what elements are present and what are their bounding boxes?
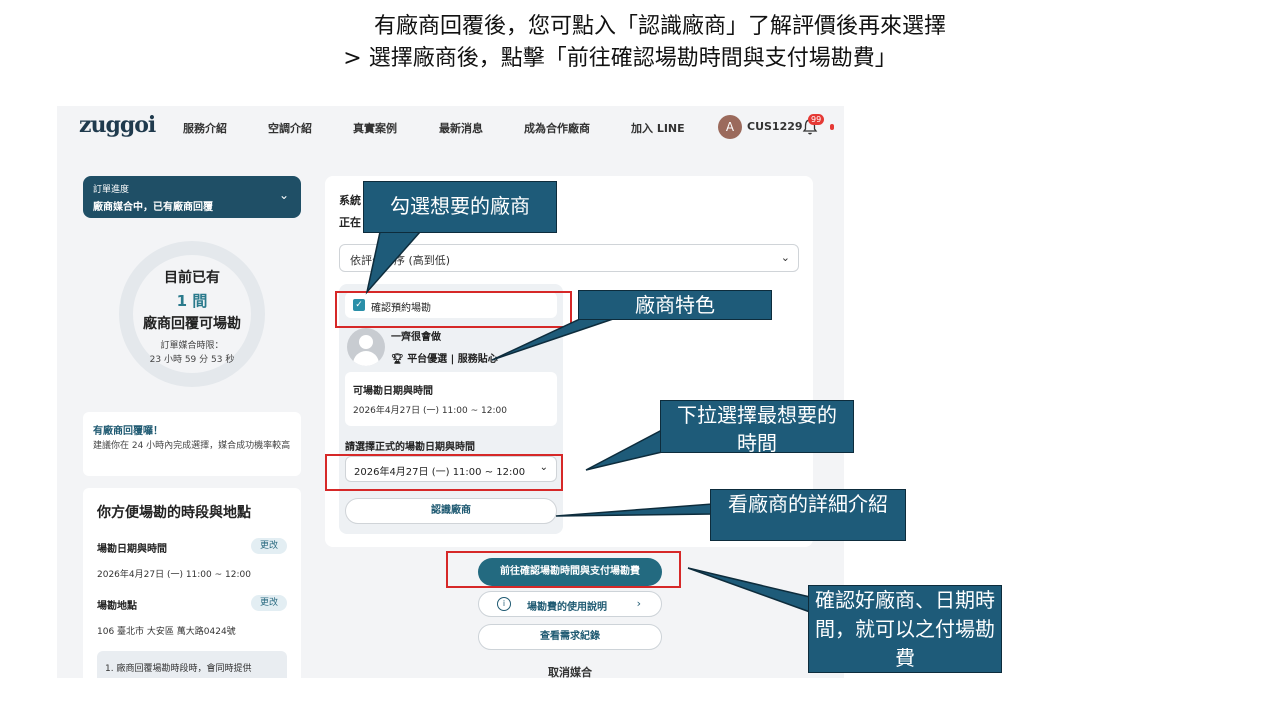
highlight-confirm-checkbox xyxy=(335,291,572,328)
change-location-button[interactable]: 更改 xyxy=(251,595,287,611)
notification-badge: 99 xyxy=(808,114,825,125)
info-icon: i xyxy=(497,597,511,611)
system-label-2: 正在 xyxy=(339,216,361,229)
notice-card: 有廠商回覆囉！ 建議你在 24 小時內完成選擇，媒合成功機率較高 xyxy=(83,412,301,476)
notice-title: 有廠商回覆囉！ xyxy=(93,426,163,437)
view-history-button[interactable]: 查看需求紀錄 xyxy=(478,624,662,650)
survey-location-value: 106 臺北市 大安區 萬大路0424號 xyxy=(97,627,236,637)
progress-status: 廠商媒合中，已有廠商回覆 xyxy=(93,202,213,213)
vendor-features: 🏆︎ 平台優選 | 服務貼心 xyxy=(391,350,498,365)
nav-link-news[interactable]: 最新消息 xyxy=(439,120,483,136)
available-time-box: 可場勘日期與時間 2026年4月27日 (一) 11:00 ~ 12:00 xyxy=(345,372,557,426)
vendor-avatar xyxy=(347,328,385,366)
logo[interactable]: zuggoi xyxy=(79,112,156,138)
callout-dropdown-time: 下拉選擇最想要的時間 xyxy=(660,400,854,455)
nav-link-partner[interactable]: 成為合作廠商 xyxy=(524,120,590,136)
nav-link-line[interactable]: 加入 LINE xyxy=(631,120,685,136)
callout-select-vendor: 勾選想要的廠商 xyxy=(363,181,557,233)
nav-link-cases[interactable]: 真實案例 xyxy=(353,120,397,136)
highlight-time-select xyxy=(325,454,563,491)
slide-title-line-2: > 選擇廠商後，點擊「前往確認場勘時間與支付場勘費」 xyxy=(343,46,897,71)
survey-date-value: 2026年4月27日 (一) 11:00 ~ 12:00 xyxy=(97,570,251,580)
fee-info-button[interactable]: i 場勘費的使用說明 › xyxy=(478,591,662,617)
slide-title-line-1: 有廠商回覆後，您可點入「認識廠商」了解評價後再來選擇 xyxy=(373,14,946,39)
survey-date-label: 場勘日期與時間 xyxy=(97,544,167,555)
vendor-name: 一齊很會做 xyxy=(391,332,441,343)
trophy-icon: 🏆︎ xyxy=(391,354,404,365)
schedule-card: 你方便場勘的時段與地點 場勘日期與時間 更改 2026年4月27日 (一) 11… xyxy=(83,488,301,678)
vendor-count: 1 間 xyxy=(176,292,208,310)
avatar[interactable]: A xyxy=(718,115,742,139)
change-date-button[interactable]: 更改 xyxy=(251,538,287,554)
summary-line-1: 目前已有 xyxy=(164,270,220,286)
nav-link-aircon[interactable]: 空調介紹 xyxy=(268,120,312,136)
callout-vendor-feature: 廠商特色 xyxy=(578,290,772,320)
fee-info-label: 場勘費的使用說明 xyxy=(527,602,607,613)
sort-value: 依評分排序 (高到低) xyxy=(350,254,451,267)
know-vendor-button[interactable]: 認識廠商 xyxy=(345,498,557,524)
deadline-label: 訂單媒合時限： xyxy=(160,341,224,351)
sort-select[interactable]: 依評分排序 (高到低) ⌄ xyxy=(339,244,799,272)
order-progress-card[interactable]: 訂單進度 廠商媒合中，已有廠商回覆 ⌄ xyxy=(83,176,301,218)
survey-location-label: 場勘地點 xyxy=(97,601,137,612)
system-label: 系統 xyxy=(339,194,361,207)
user-name[interactable]: CUS1229 xyxy=(747,120,803,133)
schedule-note: 1. 廠商回覆場勘時段時，會同時提供 xyxy=(97,651,287,678)
cancel-matching-link[interactable]: 取消媒合 xyxy=(478,664,662,678)
top-nav: zuggoi 服務介紹 空調介紹 真實案例 最新消息 成為合作廠商 加入 LIN… xyxy=(57,106,844,150)
highlight-cta-button xyxy=(446,551,681,588)
progress-label: 訂單進度 xyxy=(93,185,130,195)
chevron-down-icon: ⌄ xyxy=(278,188,289,202)
schedule-title: 你方便場勘的時段與地點 xyxy=(97,505,251,521)
summary-line-3: 廠商回覆可場勘 xyxy=(143,316,241,332)
available-time-label: 可場勘日期與時間 xyxy=(353,386,433,397)
status-dot xyxy=(830,124,834,130)
callout-vendor-detail: 看廠商的詳細介紹 xyxy=(710,489,906,541)
available-time-value: 2026年4月27日 (一) 11:00 ~ 12:00 xyxy=(353,406,507,416)
chevron-down-icon: ⌄ xyxy=(780,251,790,264)
callout-confirm-pay: 確認好廠商、日期時間，就可以之付場勘費 xyxy=(808,585,1002,673)
nav-link-services[interactable]: 服務介紹 xyxy=(183,120,227,136)
notice-body: 建議你在 24 小時內完成選擇，媒合成功機率較高 xyxy=(93,441,291,451)
vendor-features-text: 平台優選 | 服務貼心 xyxy=(407,354,498,365)
pick-time-label: 請選擇正式的場勘日期與時間 xyxy=(345,442,475,453)
chevron-right-icon: › xyxy=(636,597,641,610)
deadline-value: 23 小時 59 分 53 秒 xyxy=(149,355,235,365)
